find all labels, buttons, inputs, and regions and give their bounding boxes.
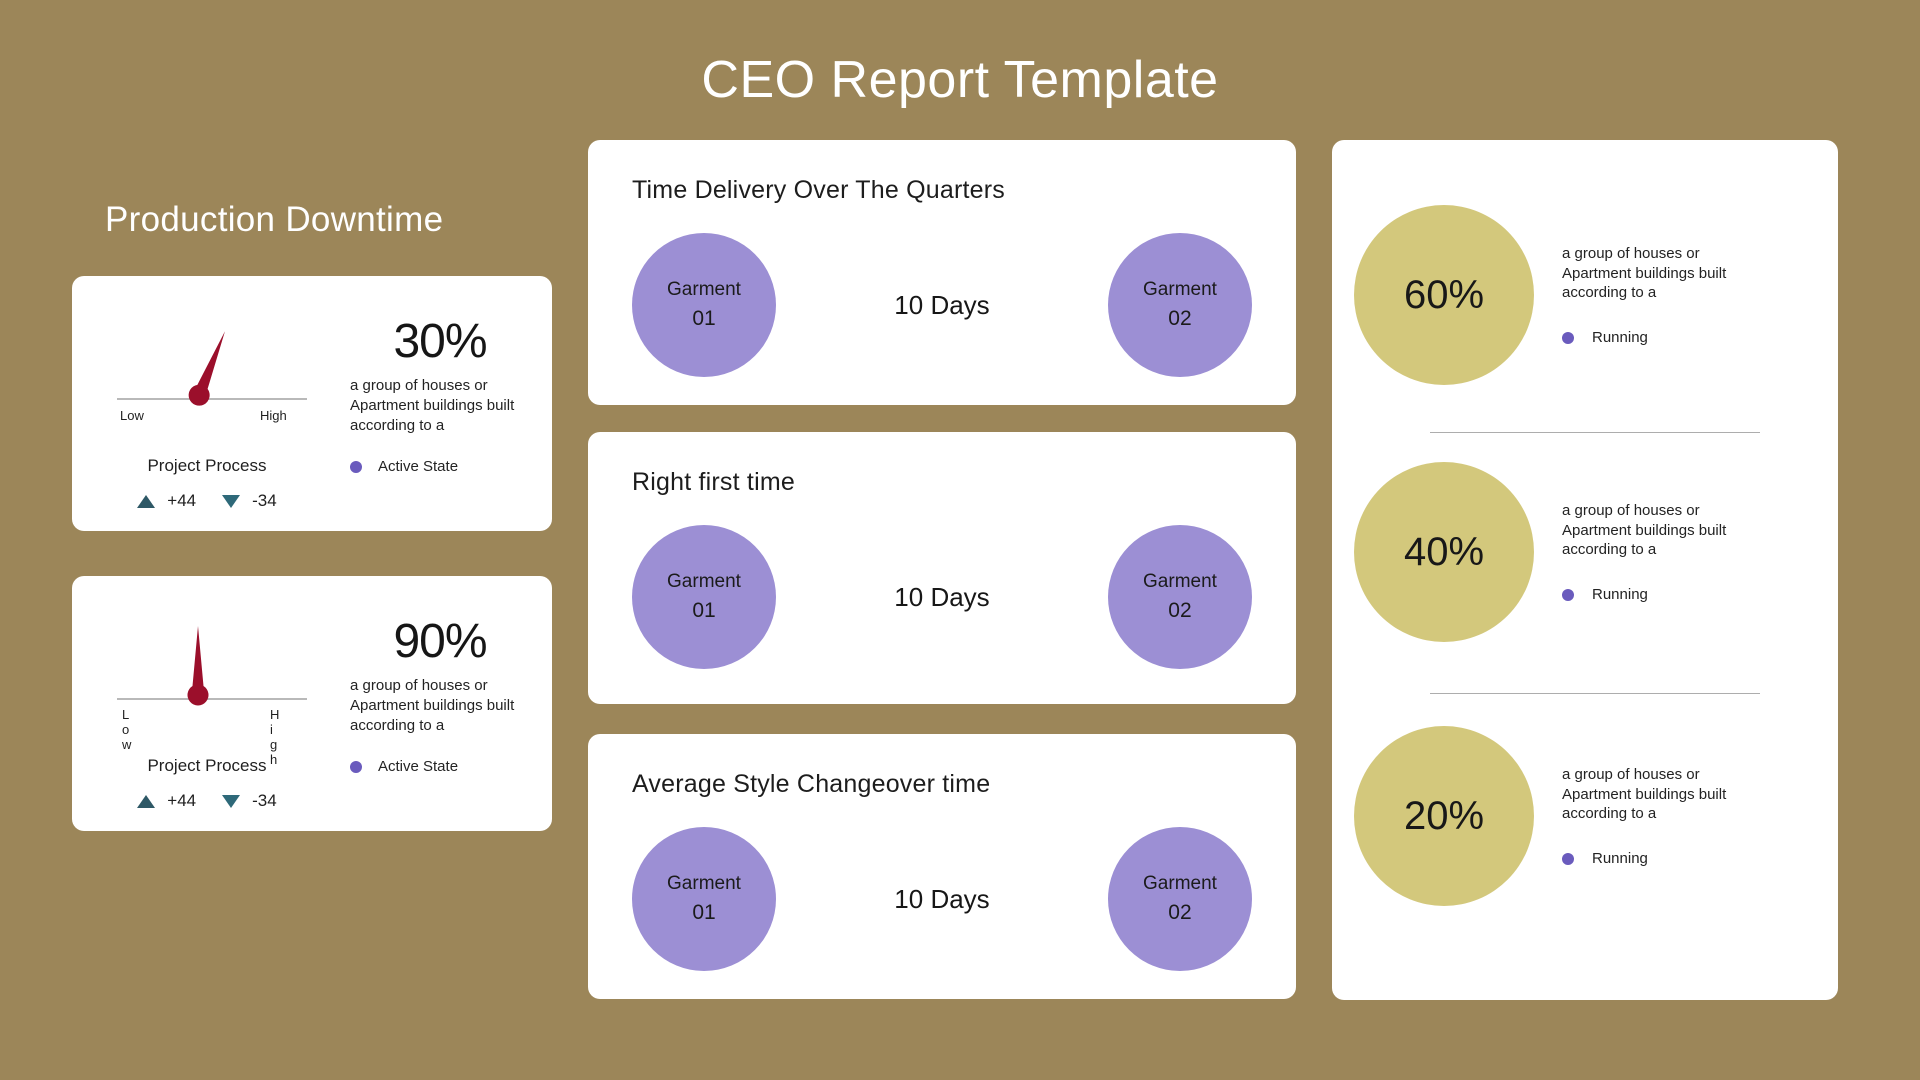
- kpi-row-40[interactable]: 40% a group of houses or Apartment build…: [1332, 427, 1838, 677]
- kpi-text-group: a group of houses or Apartment buildings…: [1562, 501, 1752, 603]
- gauge-card-1[interactable]: Low High Project Process +44 -34 30% a g…: [72, 276, 552, 531]
- legend-label: Running: [1592, 586, 1648, 604]
- kpi-row-60[interactable]: 60% a group of houses or Apartment build…: [1332, 170, 1838, 420]
- slide-canvas: CEO Report Template Production Downtime …: [0, 0, 1920, 1080]
- metric-card-row: Garment 01 10 Days Garment 02: [632, 522, 1252, 672]
- delta-row-1: +44 -34: [72, 491, 342, 511]
- metric-card-average-style-changeover[interactable]: Average Style Changeover time Garment 01…: [588, 734, 1296, 999]
- metric-card-title: Time Delivery Over The Quarters: [632, 176, 1005, 204]
- garment-number: 01: [692, 599, 716, 622]
- kpi-text-group: a group of houses or Apartment buildings…: [1562, 765, 1752, 867]
- triangle-down-icon: [222, 494, 241, 508]
- metric-card-title: Average Style Changeover time: [632, 770, 991, 798]
- metric-center-value: 10 Days: [894, 289, 990, 320]
- legend-dot-icon: [1562, 852, 1574, 865]
- garment-number: 01: [692, 901, 716, 924]
- gauge-track: [117, 398, 307, 400]
- page-title: CEO Report Template: [701, 51, 1219, 109]
- gauge-legend-1: Active State: [350, 458, 458, 475]
- delta-up-value: +44: [167, 791, 197, 810]
- production-downtime-heading: Production Downtime: [105, 200, 444, 239]
- status-summary-card[interactable]: 60% a group of houses or Apartment build…: [1332, 140, 1838, 1000]
- gauge-percent-2: 90%: [393, 615, 487, 668]
- project-process-label-2: Project Process: [147, 756, 267, 775]
- garment-circle-right[interactable]: Garment 02: [1107, 233, 1252, 377]
- gauge-needle-icon: [182, 327, 236, 414]
- kpi-row-20[interactable]: 20% a group of houses or Apartment build…: [1332, 691, 1838, 941]
- gauge-widget-1: Low High: [92, 298, 327, 448]
- metric-center-value: 10 Days: [894, 883, 990, 914]
- delta-down-value: -34: [252, 491, 277, 510]
- metric-card-title: Right first time: [632, 468, 795, 496]
- garment-label: Garment: [667, 571, 741, 592]
- kpi-percent-circle: 40%: [1354, 462, 1534, 642]
- garment-label: Garment: [1143, 279, 1217, 300]
- kpi-legend: Running: [1562, 586, 1752, 603]
- garment-circle-left[interactable]: Garment 01: [632, 525, 776, 669]
- kpi-legend: Running: [1562, 329, 1752, 346]
- metric-card-row: Garment 01 10 Days Garment 02: [632, 230, 1252, 380]
- kpi-description: a group of houses or Apartment buildings…: [1562, 765, 1727, 823]
- legend-dot-icon: [350, 760, 362, 773]
- kpi-text-group: a group of houses or Apartment buildings…: [1562, 244, 1752, 346]
- garment-number: 02: [1168, 599, 1192, 622]
- gauge-high-label: High: [260, 408, 287, 423]
- garment-number: 01: [692, 307, 716, 330]
- gauge-widget-2: Low High: [92, 598, 327, 767]
- triangle-down-icon: [222, 794, 241, 808]
- metric-card-right-first-time[interactable]: Right first time Garment 01 10 Days Garm…: [588, 432, 1296, 704]
- delta-row-2: +44 -34: [72, 791, 342, 811]
- garment-label: Garment: [1143, 571, 1217, 592]
- legend-label: Running: [1592, 850, 1648, 868]
- metric-card-time-delivery[interactable]: Time Delivery Over The Quarters Garment …: [588, 140, 1296, 405]
- garment-circle-left[interactable]: Garment 01: [632, 233, 776, 377]
- garment-circle-left[interactable]: Garment 01: [632, 827, 776, 971]
- garment-label: Garment: [667, 279, 741, 300]
- legend-label: Running: [1592, 329, 1648, 347]
- gauge-description-1: a group of houses or Apartment buildings…: [350, 377, 515, 434]
- kpi-percent-circle: 20%: [1354, 726, 1534, 906]
- legend-label: Active State: [378, 758, 459, 775]
- gauge-low-label: Low: [120, 408, 144, 423]
- triangle-up-icon: [137, 494, 156, 508]
- metric-card-row: Garment 01 10 Days Garment 02: [632, 824, 1252, 974]
- gauge-card-2[interactable]: Low High Project Process +44 -34 90% a g…: [72, 576, 552, 831]
- garment-number: 02: [1168, 901, 1192, 924]
- kpi-description: a group of houses or Apartment buildings…: [1562, 501, 1727, 559]
- delta-down-value: -34: [252, 791, 277, 810]
- legend-label: Active State: [378, 458, 459, 475]
- garment-circle-right[interactable]: Garment 02: [1107, 525, 1252, 669]
- garment-label: Garment: [667, 873, 741, 894]
- legend-dot-icon: [1562, 331, 1574, 344]
- garment-label: Garment: [1143, 873, 1217, 894]
- gauge-legend-2: Active State: [350, 758, 458, 775]
- gauge-percent-1: 30%: [393, 315, 487, 368]
- kpi-percent-circle: 60%: [1354, 205, 1534, 385]
- triangle-up-icon: [137, 794, 156, 808]
- gauge-track: [117, 698, 307, 700]
- delta-up-value: +44: [167, 491, 197, 510]
- garment-circle-right[interactable]: Garment 02: [1107, 827, 1252, 971]
- kpi-legend: Running: [1562, 850, 1752, 867]
- gauge-description-2: a group of houses or Apartment buildings…: [350, 677, 515, 734]
- legend-dot-icon: [1562, 588, 1574, 601]
- legend-dot-icon: [350, 460, 362, 473]
- metric-center-value: 10 Days: [894, 581, 990, 612]
- kpi-description: a group of houses or Apartment buildings…: [1562, 244, 1727, 302]
- gauge-needle-icon: [186, 626, 210, 710]
- garment-number: 02: [1168, 307, 1192, 330]
- project-process-label-1: Project Process: [147, 456, 267, 475]
- gauge-low-label: Low: [122, 707, 132, 752]
